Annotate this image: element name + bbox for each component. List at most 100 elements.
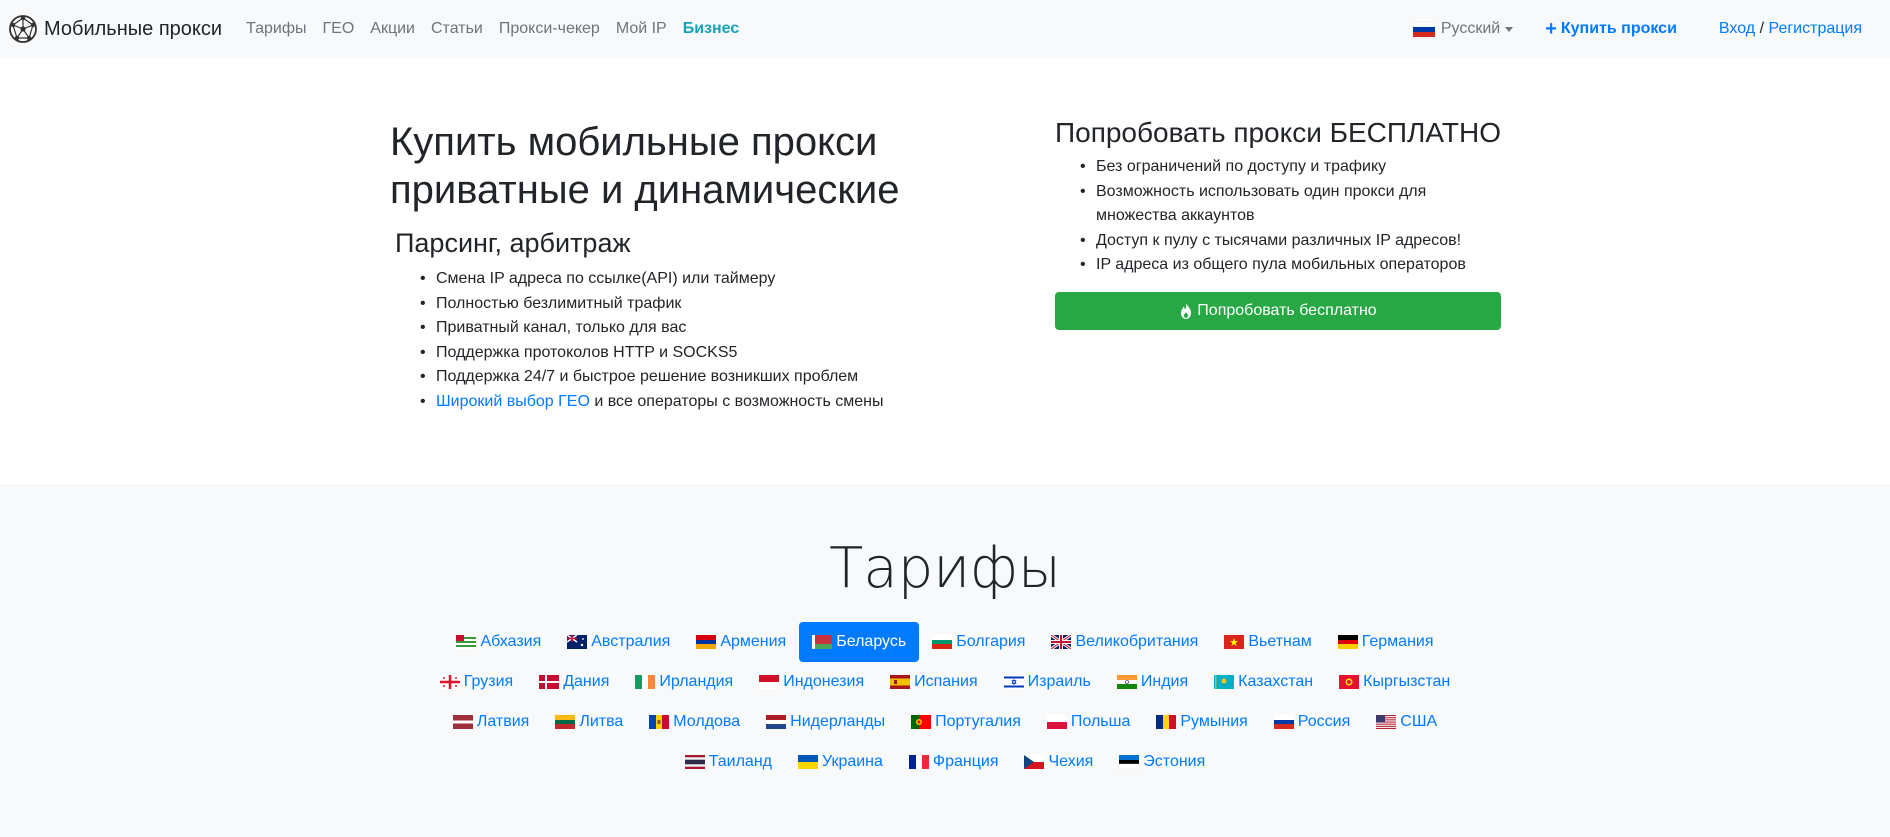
geo-rest-text: и все операторы с возможность смены — [589, 392, 884, 410]
network-logo-icon — [9, 15, 37, 43]
country-tab[interactable]: Индия — [1104, 662, 1201, 702]
country-flag-icon — [1116, 675, 1137, 689]
nav-right: Русский + Купить прокси Вход / Регистрац… — [1412, 0, 1890, 58]
feature-list: Смена IP адреса по ссылке(API) или тайме… — [390, 267, 990, 415]
country-label: Индонезия — [783, 673, 865, 690]
country-flag-icon — [798, 755, 818, 769]
country-flag-icon — [1214, 675, 1235, 689]
country-label: Чехия — [1048, 753, 1094, 770]
country-flag-icon — [1339, 675, 1360, 689]
country-tab[interactable]: Болгария — [919, 622, 1038, 662]
country-tab[interactable]: Россия — [1261, 702, 1363, 742]
nav-link-proxy-checker[interactable]: Прокси-чекер — [499, 20, 600, 38]
country-tab[interactable]: Латвия — [440, 702, 542, 742]
country-tab[interactable]: Португалия — [898, 702, 1034, 742]
language-dropdown[interactable]: Русский — [1412, 20, 1514, 38]
country-flag-icon — [759, 675, 780, 689]
feature-item: Смена IP адреса по ссылке(API) или тайме… — [420, 267, 990, 292]
country-tab[interactable]: Молдова — [636, 702, 753, 742]
country-tab[interactable]: Вьетнам — [1211, 622, 1324, 662]
geo-link[interactable]: Широкий выбор ГЕО — [436, 393, 590, 410]
country-label: Австралия — [591, 633, 671, 650]
country-tab[interactable]: Польша — [1034, 702, 1143, 742]
country-tab[interactable]: Индонезия — [746, 662, 877, 702]
country-tab[interactable]: Ирландия — [622, 662, 746, 702]
country-tab[interactable]: Эстония — [1106, 742, 1218, 782]
country-tab[interactable]: Нидерланды — [753, 702, 898, 742]
country-flag-icon — [1337, 635, 1358, 649]
nav-link-geo[interactable]: ГЕО — [323, 20, 355, 38]
language-label: Русский — [1440, 20, 1501, 37]
feature-item: Полностью безлимитный трафик — [420, 292, 990, 317]
country-tab[interactable]: Грузия — [427, 662, 526, 702]
country-tab[interactable]: США — [1363, 702, 1450, 742]
country-tab[interactable]: Армения — [683, 622, 799, 662]
trial-feature-list: Без ограничений по доступу и трафику Воз… — [1055, 155, 1501, 278]
country-label: Эстония — [1143, 753, 1206, 770]
country-label: Украина — [822, 753, 883, 770]
country-label: Германия — [1361, 633, 1434, 650]
buy-proxy-link[interactable]: + Купить прокси — [1545, 19, 1677, 39]
trial-feature-item: IP адреса из общего пула мобильных опера… — [1080, 253, 1501, 278]
country-tab[interactable]: Германия — [1325, 622, 1447, 662]
country-flag-icon — [890, 675, 911, 689]
country-tab[interactable]: Австралия — [554, 622, 683, 662]
country-label: Индия — [1140, 673, 1189, 690]
country-label: Ирландия — [659, 673, 734, 690]
country-tab[interactable]: Румыния — [1143, 702, 1260, 742]
country-flag-icon — [1046, 715, 1067, 729]
country-flag-icon — [439, 675, 460, 689]
nav-link-business[interactable]: Бизнес — [683, 20, 740, 38]
buy-proxy-label: Купить прокси — [1560, 20, 1677, 37]
country-tab[interactable]: Абхазия — [443, 622, 554, 662]
country-tab[interactable]: Израиль — [991, 662, 1104, 702]
feature-item: Поддержка протоколов HTTP и SOCKS5 — [420, 341, 990, 366]
country-tab[interactable]: Великобритания — [1038, 622, 1211, 662]
nav-link-promotions[interactable]: Акции — [370, 20, 415, 38]
country-flag-icon — [452, 715, 473, 729]
trial-feature-item: Без ограничений по доступу и трафику — [1080, 155, 1501, 180]
login-link[interactable]: Вход — [1719, 20, 1755, 37]
country-tab[interactable]: Кыргызстан — [1326, 662, 1463, 702]
country-label: Россия — [1297, 713, 1351, 730]
brand-link[interactable]: Мобильные прокси — [8, 14, 222, 44]
country-tab[interactable]: Франция — [896, 742, 1012, 782]
country-tab[interactable]: Дания — [526, 662, 622, 702]
nav-link-tariffs[interactable]: Тарифы — [246, 20, 306, 38]
country-flag-icon — [555, 715, 576, 729]
country-tab[interactable]: Казахстан — [1201, 662, 1326, 702]
hero-left: Купить мобильные прокси приватные и дина… — [390, 118, 990, 415]
country-label: Армения — [720, 633, 787, 650]
country-label: Дания — [563, 673, 610, 690]
country-flag-icon — [1376, 715, 1397, 729]
country-tab[interactable]: Таиланд — [672, 742, 785, 782]
hero-subtitle: Парсинг, арбитраж — [395, 228, 631, 258]
country-label: Португалия — [935, 713, 1021, 730]
country-tab[interactable]: Литва — [542, 702, 636, 742]
country-tab[interactable]: Испания — [877, 662, 991, 702]
country-flag-icon — [932, 635, 953, 649]
country-label: Молдова — [673, 713, 741, 730]
country-label: Беларусь — [836, 633, 907, 650]
trial-title: Попробовать прокси БЕСПЛАТНО — [1055, 117, 1501, 148]
tariffs-section: Тарифы Абхазия Австралия Армения Беларусь Бо… — [0, 484, 1890, 837]
russia-flag-icon — [1412, 21, 1435, 37]
country-label: Польша — [1070, 713, 1131, 730]
country-tab[interactable]: Украина — [785, 742, 896, 782]
country-label: Болгария — [956, 633, 1026, 650]
country-tab[interactable]: Беларусь — [799, 622, 920, 662]
country-tab[interactable]: Чехия — [1011, 742, 1106, 782]
country-label: Казахстан — [1238, 673, 1314, 690]
country-flag-icon — [1224, 635, 1245, 649]
country-flag-icon — [567, 635, 588, 649]
register-link[interactable]: Регистрация — [1768, 20, 1862, 37]
country-label: США — [1400, 713, 1438, 730]
tariffs-title: Тарифы — [829, 536, 1061, 601]
country-label: Израиль — [1027, 673, 1091, 690]
nav-link-articles[interactable]: Статьи — [431, 20, 483, 38]
country-flag-icon — [1003, 675, 1024, 689]
nav-link-my-ip[interactable]: Мой IP — [616, 20, 667, 38]
navbar: Мобильные прокси Тарифы ГЕО Акции Статьи… — [0, 0, 1890, 58]
try-free-button[interactable]: Попробовать бесплатно — [1055, 291, 1501, 330]
country-flag-icon — [1273, 715, 1294, 729]
